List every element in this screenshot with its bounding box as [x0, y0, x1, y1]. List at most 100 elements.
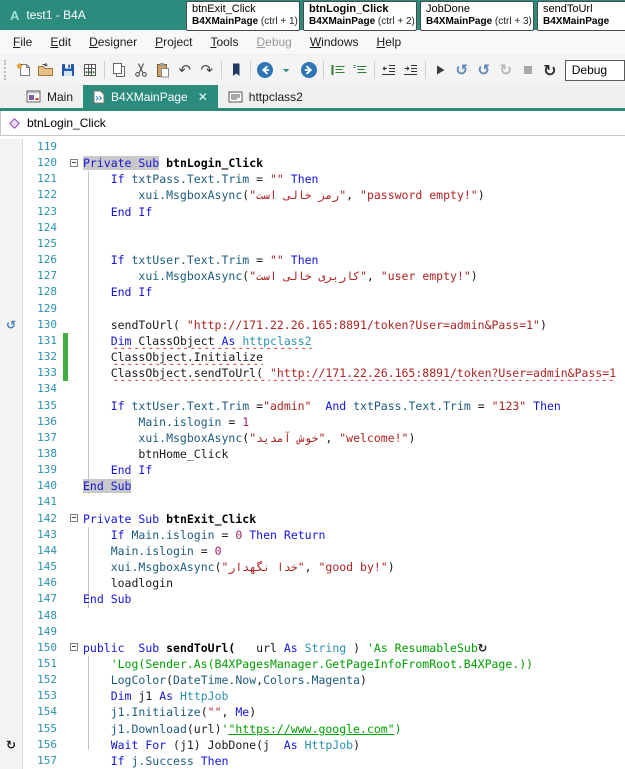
- code-line-145[interactable]: 145 xui.MsgboxAsync("خدا نگهدار", "good …: [0, 559, 625, 575]
- menu-tools[interactable]: Tools: [201, 32, 247, 52]
- bookmark-icon[interactable]: [225, 59, 247, 81]
- code-line-121[interactable]: 121 If txtPass.Text.Trim = "" Then: [0, 171, 625, 187]
- breakpoint-margin[interactable]: [0, 721, 23, 737]
- breakpoint-margin[interactable]: [0, 624, 23, 640]
- breakpoint-margin[interactable]: [0, 204, 23, 220]
- code-line-119[interactable]: 119: [0, 139, 625, 155]
- quick-tab-btnExit_Click[interactable]: btnExit_ClickB4XMainPage (ctrl + 1): [186, 1, 300, 31]
- menu-help[interactable]: Help: [368, 32, 411, 52]
- save-icon[interactable]: [57, 59, 79, 81]
- uncomment-icon[interactable]: [349, 59, 371, 81]
- step-out-icon[interactable]: ↻: [495, 59, 517, 81]
- code-line-131[interactable]: 131 Dim ClassObject As httpclass2: [0, 333, 625, 349]
- code-line-156[interactable]: ↻156 Wait For (j1) JobDone(j As HttpJob): [0, 737, 625, 753]
- step-over-icon[interactable]: ↺: [473, 59, 495, 81]
- code-line-155[interactable]: 155 j1.Download(url)'"https://www.google…: [0, 721, 625, 737]
- open-icon[interactable]: [35, 59, 57, 81]
- breakpoint-margin[interactable]: [0, 171, 23, 187]
- outdent-icon[interactable]: [378, 59, 400, 81]
- fold-collapse-box[interactable]: [68, 511, 83, 527]
- step-marker-icon[interactable]: ↺: [0, 317, 23, 333]
- undo-icon[interactable]: ↶: [174, 59, 196, 81]
- code-editor[interactable]: 119120Private Sub btnLogin_Click121 If t…: [0, 136, 625, 750]
- breakpoint-margin[interactable]: [0, 414, 23, 430]
- breakpoint-margin[interactable]: [0, 236, 23, 252]
- code-line-143[interactable]: 143 If Main.islogin = 0 Then Return: [0, 527, 625, 543]
- code-line-151[interactable]: 151 'Log(Sender.As(B4XPagesManager.GetPa…: [0, 656, 625, 672]
- code-line-122[interactable]: 122 xui.MsgboxAsync("رمز خالی است", "pas…: [0, 187, 625, 203]
- resume-marker-icon[interactable]: ↻: [0, 737, 23, 753]
- tab-httpclass2[interactable]: httpclass2: [218, 85, 313, 108]
- breakpoint-margin[interactable]: [0, 333, 23, 349]
- code-line-150[interactable]: 150public Sub sendToUrl( url As String )…: [0, 640, 625, 656]
- menu-edit[interactable]: Edit: [41, 32, 80, 52]
- code-line-124[interactable]: 124: [0, 220, 625, 236]
- code-line-125[interactable]: 125: [0, 236, 625, 252]
- code-line-152[interactable]: 152 LogColor(DateTime.Now,Colors.Magenta…: [0, 672, 625, 688]
- code-line-136[interactable]: 136 Main.islogin = 1: [0, 414, 625, 430]
- quick-tab-btnLogin_Click[interactable]: btnLogin_ClickB4XMainPage (ctrl + 2): [303, 1, 417, 31]
- code-line-134[interactable]: 134: [0, 381, 625, 397]
- code-line-130[interactable]: ↺130 sendToUrl( "http://171.22.26.165:88…: [0, 317, 625, 333]
- breakpoint-margin[interactable]: [0, 446, 23, 462]
- breakpoint-margin[interactable]: [0, 753, 23, 769]
- tab-b4xmainpage[interactable]: B4XMainPage✕: [83, 85, 218, 108]
- code-line-132[interactable]: 132 ClassObject.Initialize: [0, 349, 625, 365]
- breakpoint-margin[interactable]: [0, 398, 23, 414]
- breakpoint-margin[interactable]: [0, 462, 23, 478]
- breakpoint-margin[interactable]: [0, 494, 23, 510]
- fold-collapse-box[interactable]: [68, 640, 83, 656]
- breakpoint-margin[interactable]: [0, 301, 23, 317]
- menu-designer[interactable]: Designer: [80, 32, 146, 52]
- code-line-153[interactable]: 153 Dim j1 As HttpJob: [0, 688, 625, 704]
- new-icon[interactable]: [13, 59, 35, 81]
- breakpoint-margin[interactable]: [0, 656, 23, 672]
- breakpoint-margin[interactable]: [0, 381, 23, 397]
- breakpoint-margin[interactable]: [0, 430, 23, 446]
- breakpoint-margin[interactable]: [0, 252, 23, 268]
- toolbar-grip[interactable]: [4, 60, 10, 80]
- breakpoint-margin[interactable]: [0, 575, 23, 591]
- code-line-138[interactable]: 138 btnHome_Click: [0, 446, 625, 462]
- breakpoint-margin[interactable]: [0, 349, 23, 365]
- code-line-120[interactable]: 120Private Sub btnLogin_Click: [0, 155, 625, 171]
- restart-icon[interactable]: ↻: [539, 59, 561, 81]
- breakpoint-margin[interactable]: [0, 187, 23, 203]
- step-into-icon[interactable]: ↺: [451, 59, 473, 81]
- redo-icon[interactable]: ↷: [196, 59, 218, 81]
- copy-icon[interactable]: [108, 59, 130, 81]
- menu-windows[interactable]: Windows: [301, 32, 368, 52]
- menu-project[interactable]: Project: [146, 32, 201, 52]
- breakpoint-margin[interactable]: [0, 478, 23, 494]
- code-line-147[interactable]: 147End Sub: [0, 591, 625, 607]
- sub-navigator-bar[interactable]: btnLogin_Click: [0, 111, 625, 136]
- quick-tab-sendToUrl[interactable]: sendToUrlB4XMainPage: [537, 1, 625, 31]
- code-line-139[interactable]: 139 End If: [0, 462, 625, 478]
- code-line-140[interactable]: 140End Sub: [0, 478, 625, 494]
- code-line-142[interactable]: 142Private Sub btnExit_Click: [0, 511, 625, 527]
- quick-tab-JobDone[interactable]: JobDoneB4XMainPage (ctrl + 3): [420, 1, 534, 31]
- code-line-154[interactable]: 154 j1.Initialize("", Me): [0, 704, 625, 720]
- fold-collapse-box[interactable]: [68, 155, 83, 171]
- stop-icon[interactable]: [517, 59, 539, 81]
- build-configuration-select[interactable]: Debug: [565, 60, 625, 81]
- cut-icon[interactable]: [130, 59, 152, 81]
- breakpoint-margin[interactable]: [0, 591, 23, 607]
- code-line-144[interactable]: 144 Main.islogin = 0: [0, 543, 625, 559]
- breakpoint-margin[interactable]: [0, 284, 23, 300]
- breakpoint-margin[interactable]: [0, 688, 23, 704]
- code-line-123[interactable]: 123 End If: [0, 204, 625, 220]
- close-tab-icon[interactable]: ✕: [198, 90, 208, 104]
- menu-file[interactable]: File: [4, 32, 41, 52]
- back-icon[interactable]: [254, 59, 276, 81]
- run-icon[interactable]: [429, 59, 451, 81]
- breakpoint-margin[interactable]: [0, 511, 23, 527]
- code-line-141[interactable]: 141: [0, 494, 625, 510]
- forward-icon[interactable]: [298, 59, 320, 81]
- breakpoint-margin[interactable]: [0, 139, 23, 155]
- comment-icon[interactable]: [327, 59, 349, 81]
- code-line-126[interactable]: 126 If txtUser.Text.Trim = "" Then: [0, 252, 625, 268]
- breakpoint-margin[interactable]: [0, 608, 23, 624]
- back-dropdown-icon[interactable]: [276, 59, 298, 81]
- breakpoint-margin[interactable]: [0, 543, 23, 559]
